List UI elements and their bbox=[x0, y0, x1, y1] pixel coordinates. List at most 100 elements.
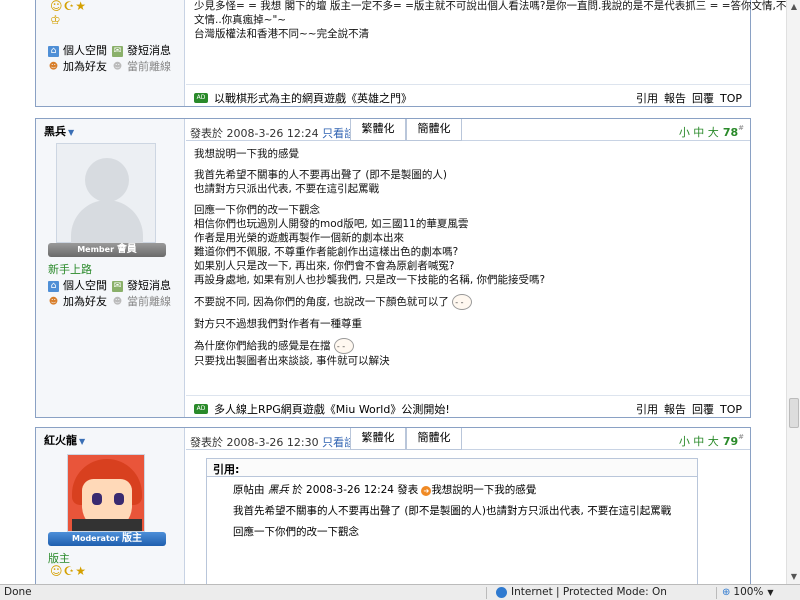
chevron-down-icon: ▼ bbox=[79, 437, 86, 446]
quote-body: 原帖由 黑兵 於 2008-3-26 12:24 發表 ➜ 我想說明一下我的感覺 我… bbox=[233, 484, 672, 538]
user-title: 新手上路 bbox=[48, 263, 92, 276]
post-top: ☺☪★ ♔ ⌂ 個人空間 ✉ 發短消息 ☻ 加為好友 ☻ 當前離線 少見多怪= = 我想 … bbox=[35, 0, 786, 107]
floor-number: 小 中 大 78# bbox=[678, 124, 744, 139]
globe-icon bbox=[496, 587, 507, 598]
post-top-main: 少見多怪= = 我想 閣下的壇 版主一定不多= =版主就不可說出個人看法嗎?是你… bbox=[186, 0, 786, 106]
reply-button[interactable]: 回覆 bbox=[692, 92, 714, 105]
post-line: 作者是用光榮的遊戲再製作一個新的劇本出來 bbox=[194, 232, 404, 244]
font-size-switch[interactable]: 小 中 大 bbox=[679, 435, 719, 448]
quote-button[interactable]: 引用 bbox=[636, 403, 658, 416]
zoom-control[interactable]: ⊕ 100% ▼ bbox=[722, 585, 774, 600]
post-line: 相信你們也玩過別人開發的mod版吧, 如三國11的華夏風雲 bbox=[194, 218, 469, 230]
user-links: ⌂ 個人空間 ✉ 發短消息 ☻ 加為好友 ☻ 當前離線 bbox=[48, 278, 178, 310]
post-line: 也請對方只派出代表, 不要在這引起罵戰 bbox=[194, 183, 380, 195]
tab-simplified[interactable]: 簡體化 bbox=[406, 119, 462, 141]
add-friend-link[interactable]: ☻ 加為好友 bbox=[48, 59, 112, 75]
ad-link[interactable]: AD 多人線上RPG網頁遊戲《Miu World》公測開始! bbox=[194, 401, 450, 417]
smiley-icon bbox=[333, 338, 354, 354]
quote-source-arrow-icon[interactable]: ➜ bbox=[421, 486, 432, 496]
reply-button[interactable]: 回覆 bbox=[692, 403, 714, 416]
post-line: 台灣版權法和香港不同~~完全說不清 bbox=[194, 28, 370, 40]
user-medals: ☺☪★ ♔ bbox=[50, 0, 88, 27]
quote-header: 引用: bbox=[207, 459, 697, 477]
message-link[interactable]: ✉ 發短消息 bbox=[112, 43, 176, 59]
avatar bbox=[56, 143, 156, 244]
scroll-up-arrow[interactable]: ▲ bbox=[788, 1, 800, 13]
add-friend-icon: ☻ bbox=[48, 296, 59, 307]
top-button[interactable]: TOP bbox=[720, 92, 742, 105]
post-line: 文情..你真瘋掉~"~ bbox=[194, 14, 287, 26]
online-status: ☻ 當前離線 bbox=[112, 295, 171, 308]
smiley-icon bbox=[452, 294, 473, 310]
post-footer: AD 多人線上RPG網頁遊戲《Miu World》公測開始! 引用 報告 回覆 TOP bbox=[186, 395, 750, 417]
security-zone[interactable]: Internet | Protected Mode: On bbox=[496, 585, 667, 600]
post-actions: 引用 報告 回覆 TOP bbox=[630, 90, 742, 106]
report-button[interactable]: 報告 bbox=[664, 92, 686, 105]
font-size-switch[interactable]: 小 中 大 bbox=[679, 126, 719, 139]
ad-icon: AD bbox=[194, 93, 208, 103]
post-line: 回應一下你們的改一下觀念 bbox=[194, 204, 320, 216]
quote-button[interactable]: 引用 bbox=[636, 92, 658, 105]
post-line: 如果別人只是改一下, 再出來, 你們會不會為原創者喊冤? bbox=[194, 260, 455, 272]
post-line: 再設身處地, 如果有別人也抄襲我們, 只是改一下技能的名稱, 你們能接受嗎? bbox=[194, 274, 546, 286]
message-icon: ✉ bbox=[112, 45, 123, 57]
post-line: 對方只不過想我們對作者有一種尊重 bbox=[194, 318, 362, 330]
post-line: 難道你們不佩服, 不尊重作者能創作出這樣出色的劇本嗎? bbox=[194, 246, 459, 258]
post-footer: AD 以戰棋形式為主的網頁遊戲《英雄之門》 引用 報告 回覆 TOP bbox=[186, 84, 750, 106]
post-78: 黑兵 ▼ Member 會員 新手上路 ⌂ 個人空間 ✉ 發短消息 ☻ 加為好友 ☻ 當前… bbox=[35, 118, 751, 418]
space-link[interactable]: ⌂ 個人空間 bbox=[48, 278, 112, 294]
add-friend-link[interactable]: ☻ 加為好友 bbox=[48, 294, 112, 310]
avatar bbox=[67, 454, 145, 532]
post-79: 紅火龍 ▼ Moderator 版主 版主 ☺☪★ 發表於 2008-3-26 1… bbox=[35, 427, 751, 584]
online-status: ☻ 當前離線 bbox=[112, 60, 171, 73]
post-line: 我首先希望不關事的人不要再出聲了 (即不是製圖的人) bbox=[194, 169, 448, 181]
post-line: 為什麼你們給我的感覺是在擋 bbox=[194, 340, 331, 352]
user-links: ⌂ 個人空間 ✉ 發短消息 ☻ 加為好友 ☻ 當前離線 bbox=[48, 43, 178, 75]
author-name[interactable]: 紅火龍 ▼ bbox=[44, 432, 85, 448]
ad-link[interactable]: AD 以戰棋形式為主的網頁遊戲《英雄之門》 bbox=[194, 90, 412, 106]
tab-simplified[interactable]: 簡體化 bbox=[406, 428, 462, 450]
post-line: 我想說明一下我的感覺 bbox=[194, 148, 299, 160]
post-78-sidebar: 黑兵 ▼ Member 會員 新手上路 ⌂ 個人空間 ✉ 發短消息 ☻ 加為好友 ☻ 當前… bbox=[36, 119, 185, 417]
offline-icon: ☻ bbox=[112, 61, 123, 72]
post-78-main: 發表於 2008-3-26 12:24 只看該作者 繁體化 簡體化 小 中 大7… bbox=[186, 119, 750, 417]
post-line: 不要說不同, 因為你們的角度, 也說改一下顏色就可以了 bbox=[194, 296, 449, 308]
tab-traditional[interactable]: 繁體化 bbox=[350, 119, 406, 141]
home-icon: ⌂ bbox=[48, 280, 59, 292]
post-body: 少見多怪= = 我想 閣下的壇 版主一定不多= =版主就不可說出個人看法嗎?是你… bbox=[194, 0, 786, 41]
message-link[interactable]: ✉ 發短消息 bbox=[112, 278, 176, 294]
post-79-main: 發表於 2008-3-26 12:30 只看該作者 繁體化 簡體化 小 中 大7… bbox=[186, 428, 750, 584]
home-icon: ⌂ bbox=[48, 45, 59, 57]
space-link[interactable]: ⌂ 個人空間 bbox=[48, 43, 112, 59]
post-line: 只要找出製圖者出來談談, 事件就可以解決 bbox=[194, 355, 390, 367]
user-medals: ☺☪★ bbox=[50, 564, 88, 578]
post-body: 我想說明一下我的感覺 我首先希望不關事的人不要再出聲了 (即不是製圖的人) 也請對… bbox=[194, 147, 742, 375]
status-text: Done bbox=[4, 586, 32, 598]
chevron-down-icon: ▼ bbox=[68, 128, 75, 137]
ad-icon: AD bbox=[194, 404, 208, 414]
post-meta: 發表於 2008-3-26 12:24 只看該作者 繁體化 簡體化 小 中 大7… bbox=[186, 119, 750, 141]
scroll-down-arrow[interactable]: ▼ bbox=[788, 571, 800, 583]
chevron-down-icon: ▼ bbox=[767, 588, 774, 597]
floor-number: 小 中 大 79# bbox=[678, 433, 744, 448]
status-bar: Done Internet | Protected Mode: On ⊕ 100%… bbox=[0, 584, 800, 600]
post-line: 少見多怪= = 我想 閣下的壇 版主一定不多= =版主就不可說出個人看法嗎?是你… bbox=[194, 0, 786, 12]
rank-badge: Member 會員 bbox=[48, 243, 166, 257]
quote-block: 引用: 原帖由 黑兵 於 2008-3-26 12:24 發表 ➜ 我想說明一下我的… bbox=[206, 458, 698, 584]
report-button[interactable]: 報告 bbox=[664, 403, 686, 416]
top-button[interactable]: TOP bbox=[720, 403, 742, 416]
offline-icon: ☻ bbox=[112, 296, 123, 307]
zoom-icon: ⊕ bbox=[722, 587, 731, 598]
vertical-scrollbar[interactable]: ▲ ▼ bbox=[786, 0, 800, 584]
browser-viewport: ☺☪★ ♔ ⌂ 個人空間 ✉ 發短消息 ☻ 加為好友 ☻ 當前離線 少見多怪= = 我想 … bbox=[0, 0, 786, 584]
post-79-sidebar: 紅火龍 ▼ Moderator 版主 版主 ☺☪★ bbox=[36, 428, 185, 584]
tab-traditional[interactable]: 繁體化 bbox=[350, 428, 406, 450]
add-friend-icon: ☻ bbox=[48, 61, 59, 72]
post-top-sidebar: ☺☪★ ♔ ⌂ 個人空間 ✉ 發短消息 ☻ 加為好友 ☻ 當前離線 bbox=[36, 0, 185, 106]
author-name[interactable]: 黑兵 ▼ bbox=[44, 123, 74, 139]
post-actions: 引用 報告 回覆 TOP bbox=[630, 401, 742, 417]
post-meta: 發表於 2008-3-26 12:30 只看該作者 繁體化 簡體化 小 中 大7… bbox=[186, 428, 750, 450]
message-icon: ✉ bbox=[112, 280, 123, 292]
quote-source-author: 黑兵 bbox=[267, 484, 289, 496]
scroll-thumb[interactable] bbox=[789, 398, 799, 428]
